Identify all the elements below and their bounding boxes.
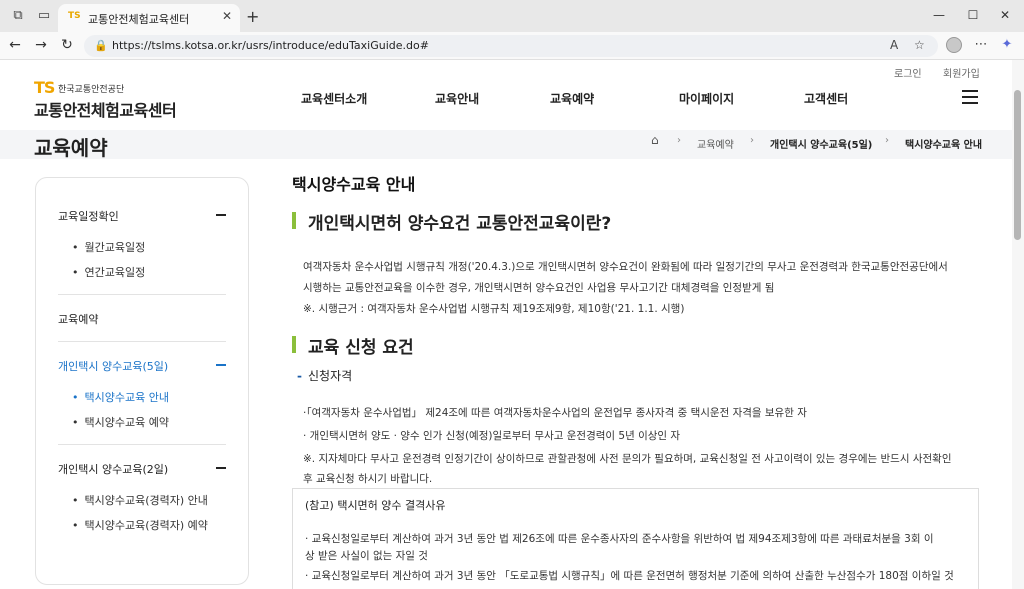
lock-icon[interactable]: 🔒 <box>94 39 108 52</box>
note-item: · 교육신청일로부터 계산하여 과거 3년 동안 「도로교통법 시행규칙」에 따… <box>305 570 954 582</box>
gnb-about[interactable]: 교육센터소개 <box>301 90 367 107</box>
list-item: ※. 지자체마다 무사고 운전경력 인정기간이 상이하므로 관할관청에 사전 문… <box>303 453 952 465</box>
sidebar-item-monthly[interactable]: 월간교육일정 <box>72 239 146 255</box>
content-title: 택시양수교육 안내 <box>292 175 416 194</box>
logo-name[interactable]: 교통안전체험교육센터 <box>34 97 177 121</box>
back-icon[interactable]: ← <box>6 37 24 53</box>
page-scrollbar[interactable] <box>1012 60 1024 589</box>
side-nav: 교육일정확인 월간교육일정 연간교육일정 교육예약 개인택시 양수교육(5일) … <box>35 177 249 585</box>
close-window-icon[interactable]: ✕ <box>996 8 1014 22</box>
favorite-icon[interactable]: ☆ <box>914 38 925 52</box>
logo-mark[interactable]: TS <box>34 78 55 97</box>
breadcrumb-taxi-5day[interactable]: 개인택시 양수교육(5일) <box>770 136 872 151</box>
refresh-icon[interactable]: ↻ <box>58 37 76 53</box>
list-item: 후 교육신청 하시기 바랍니다. <box>303 473 433 485</box>
breadcrumb-separator: › <box>885 135 889 146</box>
section-heading: 개인택시면허 양수요건 교통안전교육이란? <box>308 214 612 234</box>
heading-accent-bar <box>292 336 296 353</box>
new-tab-button[interactable]: + <box>246 7 259 26</box>
browser-toolbar: ← → ↻ 🔒 https://tslms.kotsa.or.kr/usrs/i… <box>0 32 1024 60</box>
maximize-icon[interactable]: ☐ <box>964 8 982 22</box>
minimize-icon[interactable]: — <box>930 8 948 22</box>
more-icon[interactable]: ⋯ <box>972 37 990 52</box>
collapse-icon[interactable] <box>216 467 226 469</box>
workspaces-icon[interactable]: ⧉ <box>10 8 26 24</box>
subheading-text: 신청자격 <box>307 369 353 383</box>
home-icon[interactable]: ⌂ <box>651 133 659 147</box>
sidebar-group-schedule[interactable]: 교육일정확인 <box>58 208 119 224</box>
breadcrumb-separator: › <box>750 135 754 146</box>
sidebar-item-experienced-reserve[interactable]: 택시양수교육(경력자) 예약 <box>72 517 208 533</box>
menu-icon[interactable] <box>962 90 978 104</box>
page-title: 교육예약 <box>34 136 108 160</box>
gnb-support[interactable]: 고객센터 <box>804 90 848 107</box>
favicon-icon: TS <box>68 11 81 21</box>
url-text[interactable]: https://tslms.kotsa.or.kr/usrs/introduce… <box>112 39 429 52</box>
profile-avatar[interactable] <box>946 37 962 53</box>
breadcrumb-separator: › <box>677 135 681 146</box>
list-item: ·「여객자동차 운수사업법」 제24조에 따른 여객자동차운수사업의 운전업무 … <box>303 407 807 419</box>
note-item: · 교육신청일로부터 계산하여 과거 3년 동안 법 제26조에 따른 운수종사… <box>305 533 934 545</box>
gnb-reservation[interactable]: 교육예약 <box>550 90 594 107</box>
divider <box>58 294 226 295</box>
sidebar-group-taxi-5day[interactable]: 개인택시 양수교육(5일) <box>58 358 168 374</box>
signup-link[interactable]: 회원가입 <box>943 65 980 80</box>
sidebar-item-experienced-guide[interactable]: 택시양수교육(경력자) 안내 <box>72 492 208 508</box>
collapse-icon[interactable] <box>216 364 226 366</box>
sidebar-item-taxi-reserve[interactable]: 택시양수교육 예약 <box>72 414 169 430</box>
heading-accent-bar <box>292 212 296 229</box>
section-text: 여객자동차 운수사업법 시행규칙 개정('20.4.3.)으로 개인택시면허 양… <box>303 261 948 273</box>
scrollbar-thumb[interactable] <box>1014 90 1021 240</box>
note-box: (참고) 택시면허 양수 결격사유 · 교육신청일로부터 계산하여 과거 3년 … <box>292 488 979 589</box>
gnb-mypage[interactable]: 마이페이지 <box>679 90 734 107</box>
breadcrumb-current: 택시양수교육 안내 <box>905 140 983 151</box>
sidebar-group-taxi-2day[interactable]: 개인택시 양수교육(2일) <box>58 461 168 477</box>
web-page: 로그인 회원가입 TS 한국교통안전공단 교통안전체험교육센터 교육센터소개 교… <box>0 60 1012 589</box>
note-item: 상 받은 사실이 없는 자일 것 <box>305 550 428 562</box>
login-link[interactable]: 로그인 <box>894 65 922 80</box>
tab-close-icon[interactable]: ✕ <box>222 9 232 23</box>
section-text: 시행하는 교통안전교육을 이수한 경우, 개인택시면허 양수요건인 사업용 무사… <box>303 282 775 294</box>
gnb-edu-info[interactable]: 교육안내 <box>435 90 479 107</box>
dash-marker: - <box>297 369 302 383</box>
divider <box>58 444 226 445</box>
read-aloud-icon[interactable]: A <box>890 38 898 52</box>
tab-title: 교통안전체험교육센터 <box>88 13 190 26</box>
list-item: · 개인택시면허 양도 · 양수 인가 신청(예정)일로부터 무사고 운전경력이… <box>303 430 681 442</box>
sidebar-item-taxi-guide[interactable]: 택시양수교육 안내 <box>72 389 169 405</box>
forward-icon[interactable]: → <box>32 37 50 53</box>
legal-basis-note: ※. 시행근거 : 여객자동차 운수사업법 시행규칙 제19조제9항, 제10항… <box>303 303 685 315</box>
subheading: - 신청자격 <box>297 367 358 384</box>
note-title: (참고) 택시면허 양수 결격사유 <box>305 499 446 512</box>
sidebar-group-reservation[interactable]: 교육예약 <box>58 311 98 327</box>
copilot-icon[interactable]: ✦ <box>998 37 1016 52</box>
address-bar[interactable]: 🔒 https://tslms.kotsa.or.kr/usrs/introdu… <box>84 35 938 57</box>
collapse-icon[interactable] <box>216 214 226 216</box>
browser-tabstrip: ⧉ ▭ TS 교통안전체험교육센터 ✕ + — ☐ ✕ <box>0 0 1024 32</box>
section-heading: 교육 신청 요건 <box>308 338 414 358</box>
sidebar-item-yearly[interactable]: 연간교육일정 <box>72 264 146 280</box>
breadcrumb-reservation[interactable]: 교육예약 <box>697 136 734 151</box>
tab-actions-icon[interactable]: ▭ <box>36 8 52 24</box>
logo-org: 한국교통안전공단 <box>58 85 125 95</box>
browser-tab-active[interactable]: TS 교통안전체험교육센터 ✕ <box>58 4 240 32</box>
divider <box>58 341 226 342</box>
